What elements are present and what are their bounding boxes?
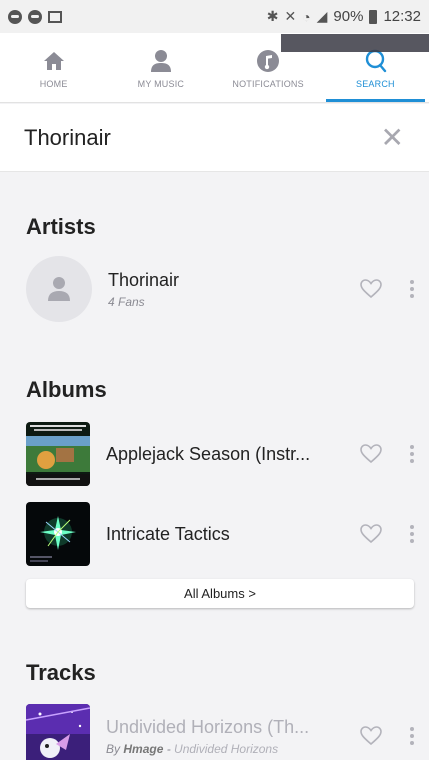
tracks-heading: Tracks [26,660,96,685]
artist-row[interactable]: Thorinair 4 Fans [26,256,420,322]
tab-my-music-label: MY MUSIC [137,78,185,89]
tab-notifications-label: NOTIFICATIONS [232,78,304,89]
search-header: Thorinair ✕ [0,104,429,172]
track-album[interactable]: Undivided Horizons [174,742,278,756]
favorite-heart-icon[interactable] [358,724,384,748]
album-title: Applejack Season (Instr... [106,443,311,464]
bluetooth-icon: ✱ [266,8,279,24]
clock: 12:32 [383,8,421,25]
wifi-icon: ◔ [302,8,311,25]
tab-my-music[interactable]: MY MUSIC [107,33,214,102]
messenger-icon-2 [28,9,42,24]
home-icon [43,47,65,75]
track-subtitle: By Hmage - Undivided Horizons [106,742,348,756]
messenger-icon [8,9,22,24]
albums-heading: Albums [26,377,107,402]
track-separator: - [163,741,175,756]
favorite-heart-icon[interactable] [358,522,384,546]
more-options-icon[interactable] [404,727,420,745]
artist-text: Thorinair 4 Fans [108,270,348,309]
search-query[interactable]: Thorinair [24,125,111,151]
album-text: Applejack Season (Instr... [106,444,348,465]
status-left-icons [8,9,62,24]
status-bar: ✱ ✕ ◔ ◢ 90% 12:32 [0,0,429,33]
more-options-icon[interactable] [404,280,420,298]
favorite-heart-icon[interactable] [358,277,384,301]
track-artist[interactable]: Hmage [123,742,163,756]
user-icon [150,47,172,75]
album-art-intricate-tactics [26,502,90,566]
status-right-icons: ✱ ✕ ◔ ◢ 90% 12:32 [267,8,421,25]
artist-name: Thorinair [108,269,180,290]
avatar [26,256,92,322]
more-options-icon[interactable] [404,525,420,543]
all-albums-button[interactable]: All Albums > [26,579,414,608]
tab-search-label: SEARCH [356,78,395,89]
artist-fans: 4 Fans [108,294,145,309]
signal-icon: ◢ [316,8,328,24]
album-art-applejack [26,422,90,486]
album-row[interactable]: Intricate Tactics [26,502,420,566]
artists-heading: Artists [26,214,96,239]
gallery-icon [48,10,62,23]
favorite-heart-icon[interactable] [358,442,384,466]
track-title: Undivided Horizons (Th... [106,716,310,737]
music-note-icon [256,47,280,75]
overlay-strip [281,34,429,52]
more-options-icon[interactable] [404,445,420,463]
album-title: Intricate Tactics [106,523,230,544]
battery-percent: 90% [333,8,364,25]
close-icon[interactable]: ✕ [381,123,404,152]
battery-icon [369,9,378,24]
album-row[interactable]: Applejack Season (Instr... [26,422,420,486]
track-text: Undivided Horizons (Th... By Hmage - Und… [106,717,348,756]
track-row[interactable]: Undivided Horizons (Th... By Hmage - Und… [26,704,420,760]
tab-home[interactable]: HOME [0,33,107,102]
mute-icon: ✕ [284,8,297,24]
tab-home-label: HOME [39,78,68,89]
artist-placeholder-icon [48,277,70,301]
track-by-prefix: By [106,741,121,756]
album-text: Intricate Tactics [106,524,348,545]
track-art-undivided-horizons [26,704,90,760]
